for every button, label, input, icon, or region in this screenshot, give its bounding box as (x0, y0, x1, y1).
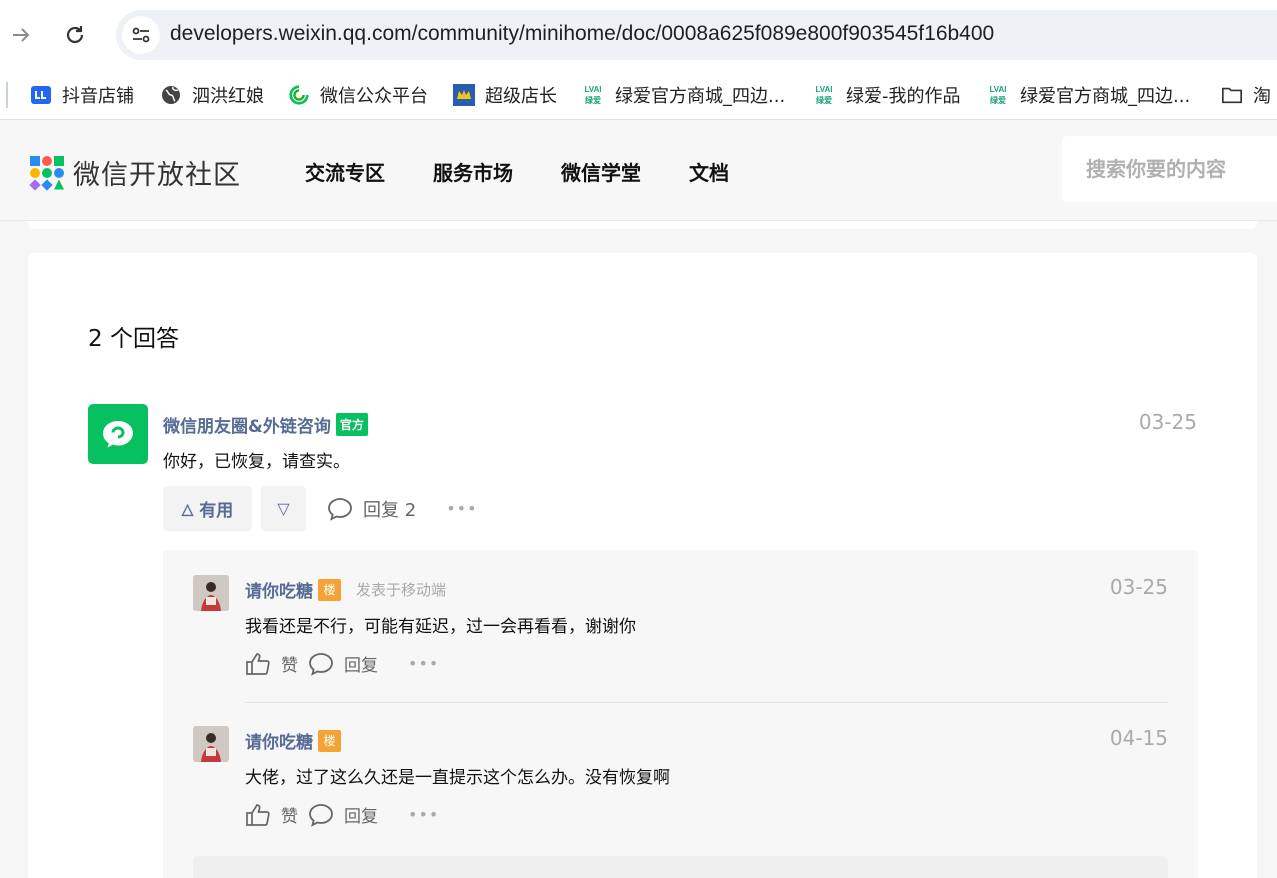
bookmark-lvai-mall-2[interactable]: LVAI 绿爱 绿爱官方商城_四边... (986, 80, 1190, 110)
lvai-icon: LVAI 绿爱 (989, 85, 1007, 105)
not-useful-button[interactable]: ▽ (261, 486, 306, 531)
question-card-edge (28, 221, 1257, 229)
bookmark-sihong[interactable]: 泗洪红娘 (160, 80, 264, 110)
triangle-down-icon: ▽ (277, 500, 290, 518)
comment-icon (309, 652, 333, 676)
browser-toolbar: developers.weixin.qq.com/community/minih… (0, 0, 1277, 70)
answer-author: 微信朋友圈&外链咨询 官方 (163, 412, 368, 437)
answers-card: 2 个回答 微信朋友圈&外链咨询 官方 03-25 你好，已恢复，请查实。 △ … (28, 253, 1257, 878)
answer-actions: △ 有用 ▽ 回复 2 ••• (163, 486, 478, 531)
avatar[interactable] (193, 575, 229, 611)
more-icon[interactable]: ••• (408, 654, 439, 673)
nav-exchange[interactable]: 交流专区 (305, 157, 385, 186)
main-nav: 交流专区 服务市场 微信学堂 文档 (305, 157, 777, 186)
wechat-mp-icon (288, 84, 310, 106)
like-button[interactable]: 赞 (245, 651, 298, 676)
answer-content: 你好，已恢复，请查实。 (163, 452, 350, 472)
logo-text: 微信开放社区 (73, 160, 241, 191)
thumbs-up-icon (246, 803, 270, 826)
reply-author[interactable]: 请你吃糖 (245, 577, 313, 602)
site-header: 微信开放社区 交流专区 服务市场 微信学堂 文档 (0, 121, 1277, 221)
reply-head: 请你吃糖 楼 (245, 728, 341, 753)
reply-item: 请你吃糖 楼 发表于移动端 03-25 我看还是不行，可能有延迟，过一会再看看，… (193, 575, 1168, 695)
reply-button[interactable]: 回复 (308, 651, 378, 676)
bookmarks-separator (6, 82, 8, 108)
reply-input-area[interactable] (193, 856, 1168, 878)
reload-icon[interactable] (62, 22, 88, 48)
bookmark-douyin-shop[interactable]: 抖音店铺 (30, 80, 134, 110)
answer-date: 03-25 (1138, 410, 1197, 434)
reply-content: 大佬，过了这么久还是一直提示这个怎么办。没有恢复啊 (245, 768, 670, 788)
nav-docs[interactable]: 文档 (689, 157, 729, 186)
bookmark-wechat-mp[interactable]: 微信公众平台 (288, 80, 428, 110)
lvai-icon: LVAI 绿爱 (815, 85, 833, 105)
reply-button[interactable]: 回复 (308, 802, 378, 827)
official-avatar[interactable] (88, 404, 148, 464)
floor-badge: 楼 (318, 729, 341, 752)
forward-arrow-icon[interactable] (8, 22, 34, 48)
floor-badge: 楼 (318, 578, 341, 601)
douyin-shop-icon (30, 84, 52, 106)
bookmarks-bar: 抖音店铺 泗洪红娘 微信公众平台 超级店长 LVAI 绿爱 绿爱官方商城_四边..… (0, 70, 1277, 120)
replies-panel: 请你吃糖 楼 发表于移动端 03-25 我看还是不行，可能有延迟，过一会再看看，… (163, 550, 1198, 878)
logo-mark-icon (29, 155, 64, 191)
bookmark-lvai-works[interactable]: LVAI 绿爱 绿爱-我的作品 (812, 80, 960, 110)
globe-icon (160, 84, 182, 106)
reply-head: 请你吃糖 楼 发表于移动端 (245, 577, 446, 602)
avatar[interactable] (193, 726, 229, 762)
more-icon[interactable]: ••• (408, 805, 439, 824)
more-icon[interactable]: ••• (446, 499, 477, 518)
answers-count-title: 2 个回答 (88, 326, 179, 352)
reply-date: 03-25 (1109, 575, 1168, 599)
official-badge: 官方 (335, 413, 368, 436)
reply-actions: 赞 回复 ••• (245, 651, 439, 676)
reply-toggle[interactable]: 回复 2 (327, 496, 416, 522)
crown-icon (453, 84, 475, 106)
search-input[interactable] (1062, 136, 1262, 202)
reply-content: 我看还是不行，可能有延迟，过一会再看看，谢谢你 (245, 617, 636, 637)
useful-button[interactable]: △ 有用 (163, 486, 252, 531)
reply-item: 请你吃糖 楼 04-15 大佬，过了这么久还是一直提示这个怎么办。没有恢复啊 赞… (193, 726, 1168, 846)
triangle-up-icon: △ (181, 500, 194, 518)
reply-source: 发表于移动端 (356, 581, 447, 599)
comment-icon (309, 803, 333, 827)
url-text[interactable]: developers.weixin.qq.com/community/minih… (170, 22, 994, 46)
thumbs-up-icon (246, 652, 270, 675)
nav-wechat-academy[interactable]: 微信学堂 (561, 157, 641, 186)
search-box (1062, 136, 1277, 202)
lvai-icon: LVAI 绿爱 (584, 85, 602, 105)
nav-service-market[interactable]: 服务市场 (433, 157, 513, 186)
bookmark-super-manager[interactable]: 超级店长 (453, 80, 557, 110)
site-logo[interactable]: 微信开放社区 (29, 153, 241, 192)
reply-actions: 赞 回复 ••• (245, 802, 439, 827)
site-info-icon[interactable] (122, 16, 160, 54)
address-bar[interactable]: developers.weixin.qq.com/community/minih… (116, 10, 1277, 60)
like-button[interactable]: 赞 (245, 802, 298, 827)
reply-date: 04-15 (1109, 726, 1168, 750)
author-name[interactable]: 微信朋友圈&外链咨询 (163, 412, 331, 437)
bookmark-folder[interactable]: 淘 (1221, 80, 1271, 110)
folder-icon (1221, 84, 1243, 106)
comment-icon (328, 497, 352, 521)
reply-divider (245, 702, 1168, 703)
bookmark-lvai-mall-1[interactable]: LVAI 绿爱 绿爱官方商城_四边... (581, 80, 785, 110)
chat-bubble-logo-icon (103, 421, 133, 448)
reply-author[interactable]: 请你吃糖 (245, 728, 313, 753)
